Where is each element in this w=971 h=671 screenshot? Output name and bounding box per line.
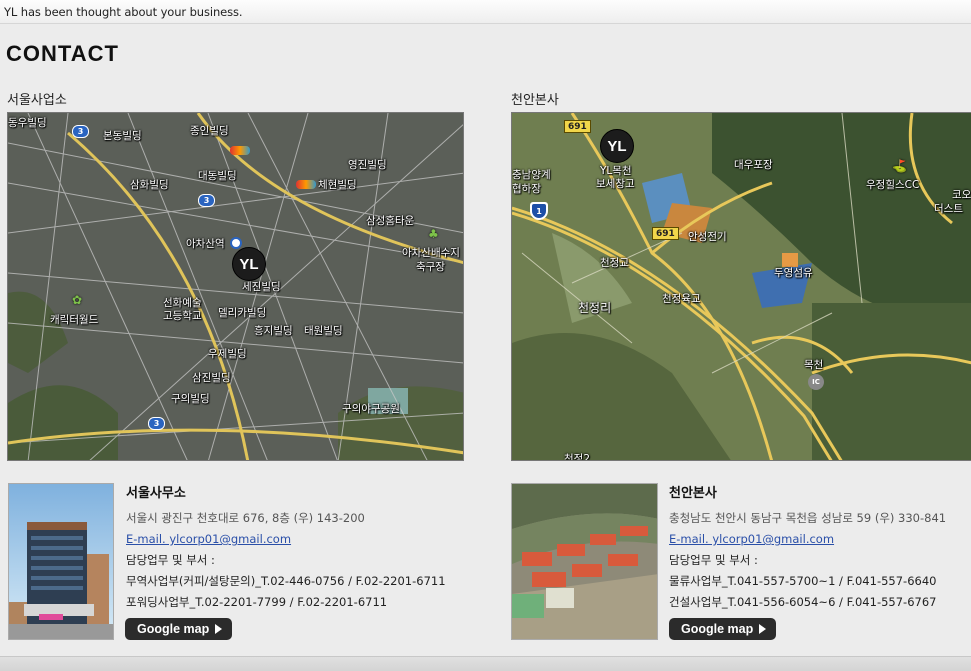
map-label: 영진빌딩	[348, 159, 387, 171]
map-label: 아차산배수지	[402, 247, 460, 259]
map-label: 우정힐스CC	[866, 179, 920, 191]
sports-icon: ♣	[428, 227, 439, 241]
map-label: 종인빌딩	[190, 125, 229, 137]
map-label: 우제빌딩	[208, 348, 247, 360]
traffic-icon	[296, 180, 316, 189]
seoul-dept-trade: 무역사업부(커피/설탕문의)_T.02-446-0756 / F.02-2201…	[126, 574, 446, 588]
map-label: 동우빌딩	[8, 117, 47, 129]
subway-icon	[230, 237, 242, 249]
park-icon: ✿	[72, 293, 83, 307]
map-label: 협하장	[512, 183, 541, 195]
seoul-address: 서울시 광진구 천호대로 676, 8층 (우) 143-200	[126, 511, 365, 525]
map-label: 구의야구공원	[342, 403, 400, 415]
map-label: 천정2	[564, 453, 591, 461]
expressway-1-icon: 1	[530, 202, 548, 220]
interchange-icon: IC	[808, 374, 824, 390]
cheonan-office-name: 천안본사	[669, 486, 717, 501]
seoul-office-photo	[8, 483, 114, 640]
seoul-office-info: 서울사무소 서울시 광진구 천호대로 676, 8층 (우) 143-200 E…	[126, 482, 446, 613]
route-3-shield: 3	[148, 417, 165, 430]
map-label: 안성전기	[688, 231, 727, 243]
cheonan-google-map-button[interactable]: Google map	[669, 618, 777, 640]
map-label: 삼진빌딩	[192, 372, 231, 384]
map-label: 보세창고	[596, 178, 635, 190]
seoul-google-map-button[interactable]: Google map	[125, 618, 233, 640]
play-arrow-icon	[759, 624, 767, 634]
tagline: YL has been thought about your business.	[4, 5, 243, 19]
map-label: 흥지빌딩	[254, 325, 293, 337]
map-label: 충남양계	[512, 169, 551, 181]
route-3-shield: 3	[198, 194, 215, 207]
map-label: 코오	[952, 189, 971, 201]
map-label: 대동빌딩	[198, 170, 237, 182]
cheonan-email-link[interactable]: E-mail. ylcorp01@gmail.com	[669, 529, 946, 550]
map-label: 체현빌딩	[318, 179, 357, 191]
map-label: 삼성홈타운	[366, 215, 415, 227]
map-label: 본동빌딩	[103, 130, 142, 142]
map-label: 더스트	[934, 203, 963, 215]
seoul-section-title: 서울사업소	[7, 93, 67, 108]
golf-icon: ⛳	[892, 159, 907, 173]
yl-location-pin[interactable]: YL	[232, 247, 266, 281]
map-label: 천정교	[600, 257, 629, 269]
cheonan-dept-construction: 건설사업부_T.041-556-6054~6 / F.041-557-6767	[669, 595, 937, 609]
seoul-email-link[interactable]: E-mail. ylcorp01@gmail.com	[126, 529, 446, 550]
map-label: 천정육교	[662, 293, 701, 305]
cheonan-address: 충청남도 천안시 동남구 목천읍 성남로 59 (우) 330-841	[669, 511, 947, 525]
map-label: 구의빌딩	[171, 393, 210, 405]
map-label: 아차산역	[186, 238, 225, 250]
route-691-sign: 691	[652, 227, 679, 240]
seoul-office-name: 서울사무소	[126, 486, 186, 501]
cheonan-hq-photo	[511, 483, 658, 640]
footer-bar	[0, 656, 971, 671]
map-label: 목천	[804, 359, 824, 371]
map-label: 삼화빌딩	[130, 179, 169, 191]
map-label: 델리카빌딩	[218, 307, 267, 319]
route-3-shield: 3	[72, 125, 89, 138]
map-label: 천정리	[578, 301, 612, 315]
play-arrow-icon	[215, 624, 223, 634]
map-label: 두영섬유	[774, 267, 813, 279]
cheonan-hq-info: 천안본사 충청남도 천안시 동남구 목천읍 성남로 59 (우) 330-841…	[669, 482, 946, 613]
map-label: 세진빌딩	[242, 281, 281, 293]
top-bar: YL has been thought about your business.	[0, 0, 971, 24]
route-691-sign: 691	[564, 120, 591, 133]
cheonan-dept-heading: 담당업무 및 부서 :	[669, 553, 758, 567]
map-label: 캐릭터월드	[50, 314, 99, 326]
page-title: CONTACT	[6, 41, 119, 66]
google-map-button-label: Google map	[681, 622, 754, 636]
cheonan-dept-logistics: 물류사업부_T.041-557-5700~1 / F.041-557-6640	[669, 574, 937, 588]
seoul-dept-heading: 담당업무 및 부서 :	[126, 553, 215, 567]
map-label: 태원빌딩	[304, 325, 343, 337]
map-label: 고등학교	[163, 310, 202, 322]
yl-location-pin[interactable]: YL	[600, 129, 634, 163]
google-map-button-label: Google map	[137, 622, 210, 636]
map-label: 축구장	[416, 261, 445, 273]
cheonan-section-title: 천안본사	[511, 93, 559, 108]
seoul-map[interactable]: 3 3 3 ✿ ♣ 동우빌딩 본동빌딩 종인빌딩 대동빌딩 영진빌딩 체현빌딩 …	[7, 112, 464, 461]
seoul-dept-forwarding: 포워딩사업부_T.02-2201-7799 / F.02-2201-6711	[126, 595, 388, 609]
traffic-icon	[230, 146, 250, 155]
cheonan-map[interactable]: 691 691 1 IC ⛳ YL YL목천 보세창고 대우포장 우정힐스CC …	[511, 112, 971, 461]
map-label: 대우포장	[734, 159, 773, 171]
